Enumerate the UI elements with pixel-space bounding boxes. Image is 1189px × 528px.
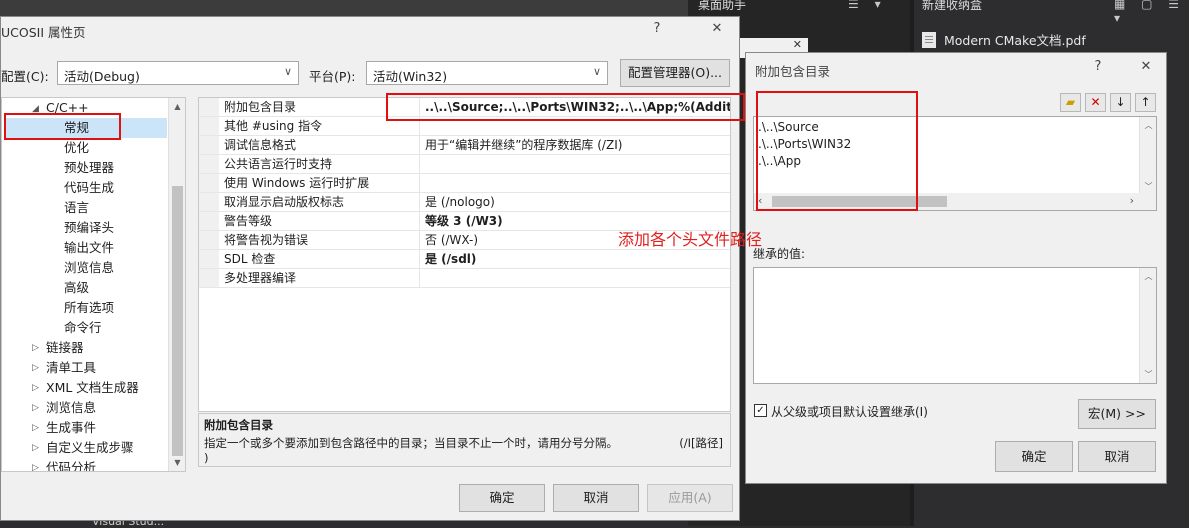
move-down-icon[interactable]: ↓: [1110, 93, 1131, 112]
chevron-down-icon: ∨: [283, 65, 292, 78]
help-button[interactable]: ?: [1088, 59, 1108, 74]
property-tree: ◢ C/C++ 常规 优化 预处理器 代码生成 语言 预编译头 输出文件 浏览信…: [1, 97, 186, 472]
pdf-file-name: Modern CMake文档.pdf: [944, 33, 1086, 48]
annotation-text: 添加各个头文件路径: [618, 230, 763, 249]
scroll-down-icon[interactable]: ﹀: [1140, 366, 1157, 383]
cancel-button[interactable]: 取消: [553, 484, 639, 512]
chevron-down-icon: ∨: [592, 65, 601, 78]
inherited-scrollbar[interactable]: ︿ ﹀: [1139, 268, 1156, 383]
macro-button[interactable]: 宏(M) >>: [1078, 399, 1156, 429]
config-manager-button[interactable]: 配置管理器(O)...: [620, 59, 730, 87]
config-select[interactable]: 活动(Debug) ∨: [57, 61, 299, 85]
pdf-file-item[interactable]: Modern CMake文档.pdf: [922, 30, 1086, 49]
close-button[interactable]: ✕: [707, 21, 727, 36]
ok-button[interactable]: 确定: [459, 484, 545, 512]
ok-button[interactable]: 确定: [995, 441, 1073, 472]
highlight-include-value: [386, 93, 745, 121]
collapsed-triangle-icon: ▷: [32, 343, 39, 353]
collapsed-triangle-icon: ▷: [32, 463, 39, 472]
scroll-up-icon[interactable]: ︿: [1140, 117, 1157, 134]
scroll-up-icon[interactable]: ︿: [1140, 268, 1157, 285]
scroll-thumb[interactable]: [172, 186, 183, 456]
collapsed-triangle-icon: ▷: [32, 363, 39, 373]
inherit-checkbox-label: 从父级或项目默认设置继承(I): [771, 405, 928, 419]
desc-switch: (/I[路径]: [679, 436, 723, 450]
desc-body: 指定一个或多个要添加到包含路径中的目录；当目录不止一个时，请用分号分隔。 (/I…: [204, 436, 723, 450]
tree-scrollbar[interactable]: ▲ ▼: [168, 98, 185, 471]
delete-icon[interactable]: ✕: [1085, 93, 1106, 112]
inherited-values-list[interactable]: ︿ ﹀: [753, 267, 1157, 384]
document-icon: [922, 31, 936, 48]
highlight-general: [4, 113, 121, 140]
desc-tail: ): [204, 451, 209, 465]
grid-row[interactable]: 使用 Windows 运行时扩展: [199, 174, 730, 193]
scroll-up-icon[interactable]: ▲: [169, 98, 185, 115]
config-value: 活动(Debug): [64, 69, 140, 84]
grid-row[interactable]: 多处理器编译: [199, 269, 730, 288]
list-vscrollbar[interactable]: ︿ ﹀: [1139, 117, 1156, 195]
move-up-icon[interactable]: ↑: [1135, 93, 1156, 112]
collapsed-triangle-icon: ▷: [32, 443, 39, 453]
inherit-checkbox[interactable]: ✓: [754, 404, 767, 417]
collapsed-triangle-icon: ▷: [32, 383, 39, 393]
help-button[interactable]: ?: [647, 21, 667, 36]
apply-button[interactable]: 应用(A): [647, 484, 733, 512]
new-folder-icon[interactable]: ▰: [1060, 93, 1081, 112]
platform-select[interactable]: 活动(Win32) ∨: [366, 61, 608, 85]
cancel-button[interactable]: 取消: [1078, 441, 1156, 472]
collapsed-triangle-icon: ▷: [32, 423, 39, 433]
dialog-title: UCOSII 属性页: [1, 25, 86, 40]
close-button[interactable]: ✕: [1136, 59, 1156, 74]
property-pages-dialog: UCOSII 属性页 ? ✕ 配置(C): 活动(Debug) ∨ 平台(P):…: [0, 16, 740, 521]
scroll-down-icon[interactable]: ▼: [169, 454, 185, 471]
grid-row[interactable]: 取消显示启动版权标志是 (/nologo): [199, 193, 730, 212]
include-dialog-title: 附加包含目录: [755, 64, 831, 79]
config-label: 配置(C):: [1, 69, 49, 84]
platform-label: 平台(P):: [309, 69, 356, 84]
platform-value: 活动(Win32): [373, 69, 448, 84]
panel-menu-icon[interactable]: ☰ ▾: [848, 0, 887, 11]
grid-row[interactable]: 调试信息格式 用于“编辑并继续”的程序数据库 (/ZI): [199, 136, 730, 155]
desc-title: 附加包含目录: [204, 418, 273, 432]
grid-row[interactable]: SDL 检查是 (/sdl): [199, 250, 730, 269]
panel-title: 桌面助手: [698, 0, 747, 12]
grid-row[interactable]: 公共语言运行时支持: [199, 155, 730, 174]
highlight-paths: [756, 91, 918, 211]
collapsed-triangle-icon: ▷: [32, 403, 39, 413]
property-grid: 附加包含目录 ..\..\Source;..\..\Ports\WIN32;..\…: [198, 97, 731, 412]
scroll-right-icon[interactable]: ›: [1130, 194, 1134, 207]
property-description: 附加包含目录 指定一个或多个要添加到包含路径中的目录；当目录不止一个时，请用分号…: [198, 413, 731, 467]
panel2-title: 新建收纳盒: [922, 0, 983, 12]
panel2-tools-icon[interactable]: ▦ ▢ ☰ ▾: [1114, 0, 1189, 25]
